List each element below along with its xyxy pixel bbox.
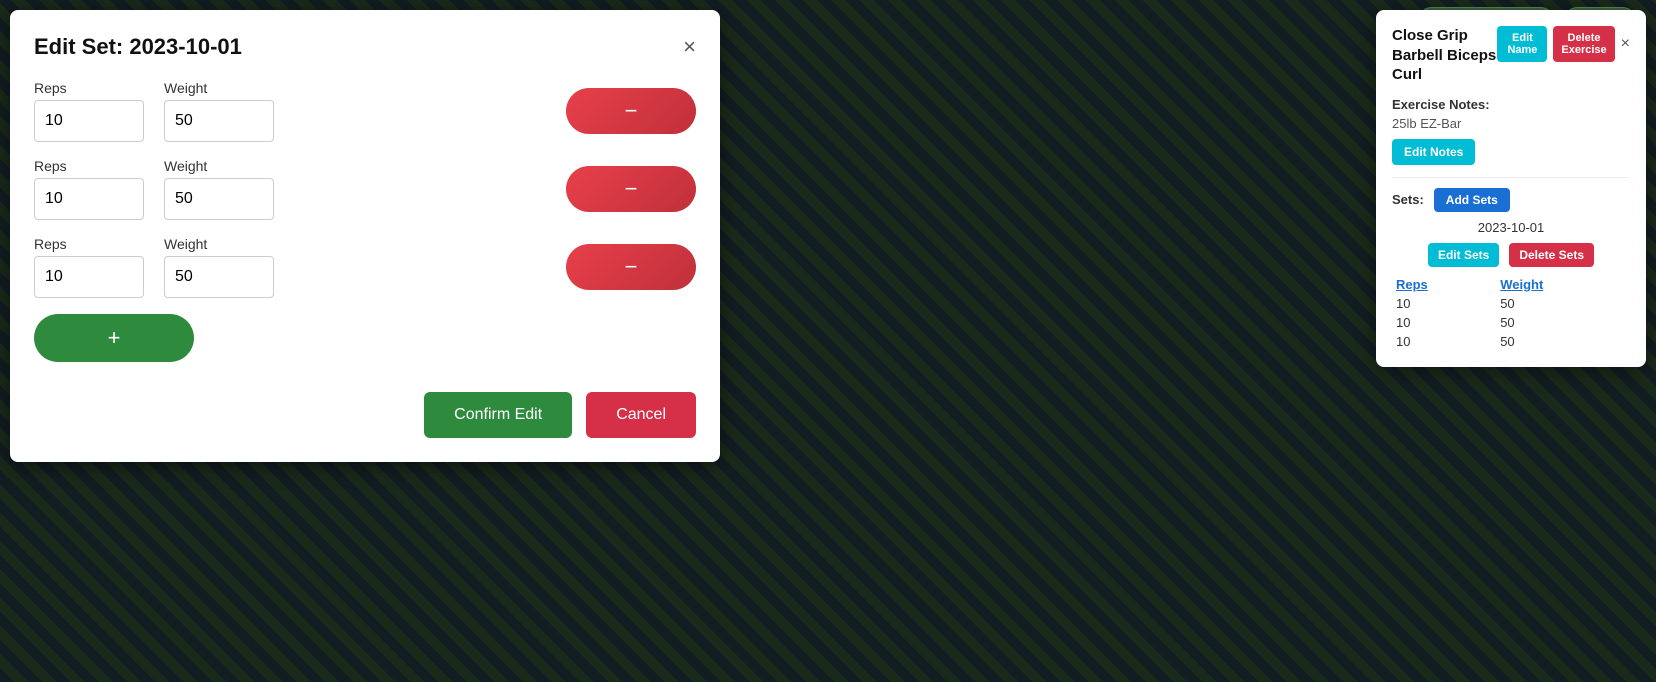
delete-exercise-button[interactable]: Delete Exercise	[1553, 26, 1614, 62]
confirm-edit-button[interactable]: Confirm Edit	[424, 392, 572, 438]
reps-field-group-3: Reps	[34, 236, 144, 298]
reps-label-3: Reps	[34, 236, 144, 252]
weight-input-2[interactable]	[164, 178, 274, 220]
reps-input-2[interactable]	[34, 178, 144, 220]
remove-set-button-2[interactable]: −	[566, 166, 696, 212]
panel-header-buttons: Edit Name Delete Exercise ×	[1497, 26, 1630, 62]
date-label: 2023-10-01	[1392, 220, 1630, 235]
reps-label-2: Reps	[34, 158, 144, 174]
edit-dialog: Edit Set: 2023-10-01 × Reps Weight − Rep…	[10, 10, 720, 462]
weight-input-1[interactable]	[164, 100, 274, 142]
edit-name-button[interactable]: Edit Name	[1497, 26, 1547, 62]
exercise-notes-value: 25lb EZ-Bar	[1392, 116, 1630, 131]
exercise-notes-label: Exercise Notes:	[1392, 97, 1630, 112]
minus-icon-2: −	[625, 176, 638, 202]
reps-input-1[interactable]	[34, 100, 144, 142]
table-row: 1050	[1392, 332, 1630, 351]
reps-column-header: Reps	[1392, 275, 1496, 294]
reps-label-1: Reps	[34, 80, 144, 96]
dialog-header: Edit Set: 2023-10-01 ×	[34, 34, 696, 60]
table-row: 1050	[1392, 313, 1630, 332]
reps-field-group-1: Reps	[34, 80, 144, 142]
close-dialog-button[interactable]: ×	[683, 36, 696, 58]
edit-sets-button[interactable]: Edit Sets	[1428, 243, 1499, 267]
add-sets-button[interactable]: Add Sets	[1434, 188, 1510, 212]
set-row-2: Reps Weight −	[34, 158, 696, 220]
weight-label-1: Weight	[164, 80, 274, 96]
plus-icon: +	[108, 325, 121, 351]
panel-title: Close Grip Barbell Biceps Curl	[1392, 26, 1497, 85]
minus-icon-3: −	[625, 254, 638, 280]
table-row: 1050	[1392, 294, 1630, 313]
sets-section: Sets: Add Sets 2023-10-01 Edit Sets Dele…	[1392, 177, 1630, 351]
sets-table: Reps Weight 105010501050	[1392, 275, 1630, 351]
remove-set-button-1[interactable]: −	[566, 88, 696, 134]
panel-header: Close Grip Barbell Biceps Curl Edit Name…	[1392, 26, 1630, 85]
add-set-button[interactable]: +	[34, 314, 194, 362]
delete-sets-button[interactable]: Delete Sets	[1509, 243, 1594, 267]
weight-field-group-1: Weight	[164, 80, 274, 142]
weight-label-2: Weight	[164, 158, 274, 174]
sets-header: Sets: Add Sets	[1392, 188, 1630, 212]
weight-input-3[interactable]	[164, 256, 274, 298]
dialog-footer: Confirm Edit Cancel	[34, 392, 696, 438]
edit-notes-button[interactable]: Edit Notes	[1392, 139, 1475, 165]
right-panel: Close Grip Barbell Biceps Curl Edit Name…	[1376, 10, 1646, 367]
dialog-title: Edit Set: 2023-10-01	[34, 34, 242, 60]
set-row-3: Reps Weight −	[34, 236, 696, 298]
remove-set-button-3[interactable]: −	[566, 244, 696, 290]
minus-icon-1: −	[625, 98, 638, 124]
weight-field-group-3: Weight	[164, 236, 274, 298]
sets-label: Sets:	[1392, 192, 1424, 207]
weight-label-3: Weight	[164, 236, 274, 252]
cancel-button[interactable]: Cancel	[586, 392, 696, 438]
table-header-row: Reps Weight	[1392, 275, 1630, 294]
reps-input-3[interactable]	[34, 256, 144, 298]
reps-field-group-2: Reps	[34, 158, 144, 220]
weight-column-header: Weight	[1496, 275, 1630, 294]
panel-close-button[interactable]: ×	[1621, 35, 1630, 53]
set-actions: Edit Sets Delete Sets	[1392, 243, 1630, 267]
weight-field-group-2: Weight	[164, 158, 274, 220]
set-row-1: Reps Weight −	[34, 80, 696, 142]
